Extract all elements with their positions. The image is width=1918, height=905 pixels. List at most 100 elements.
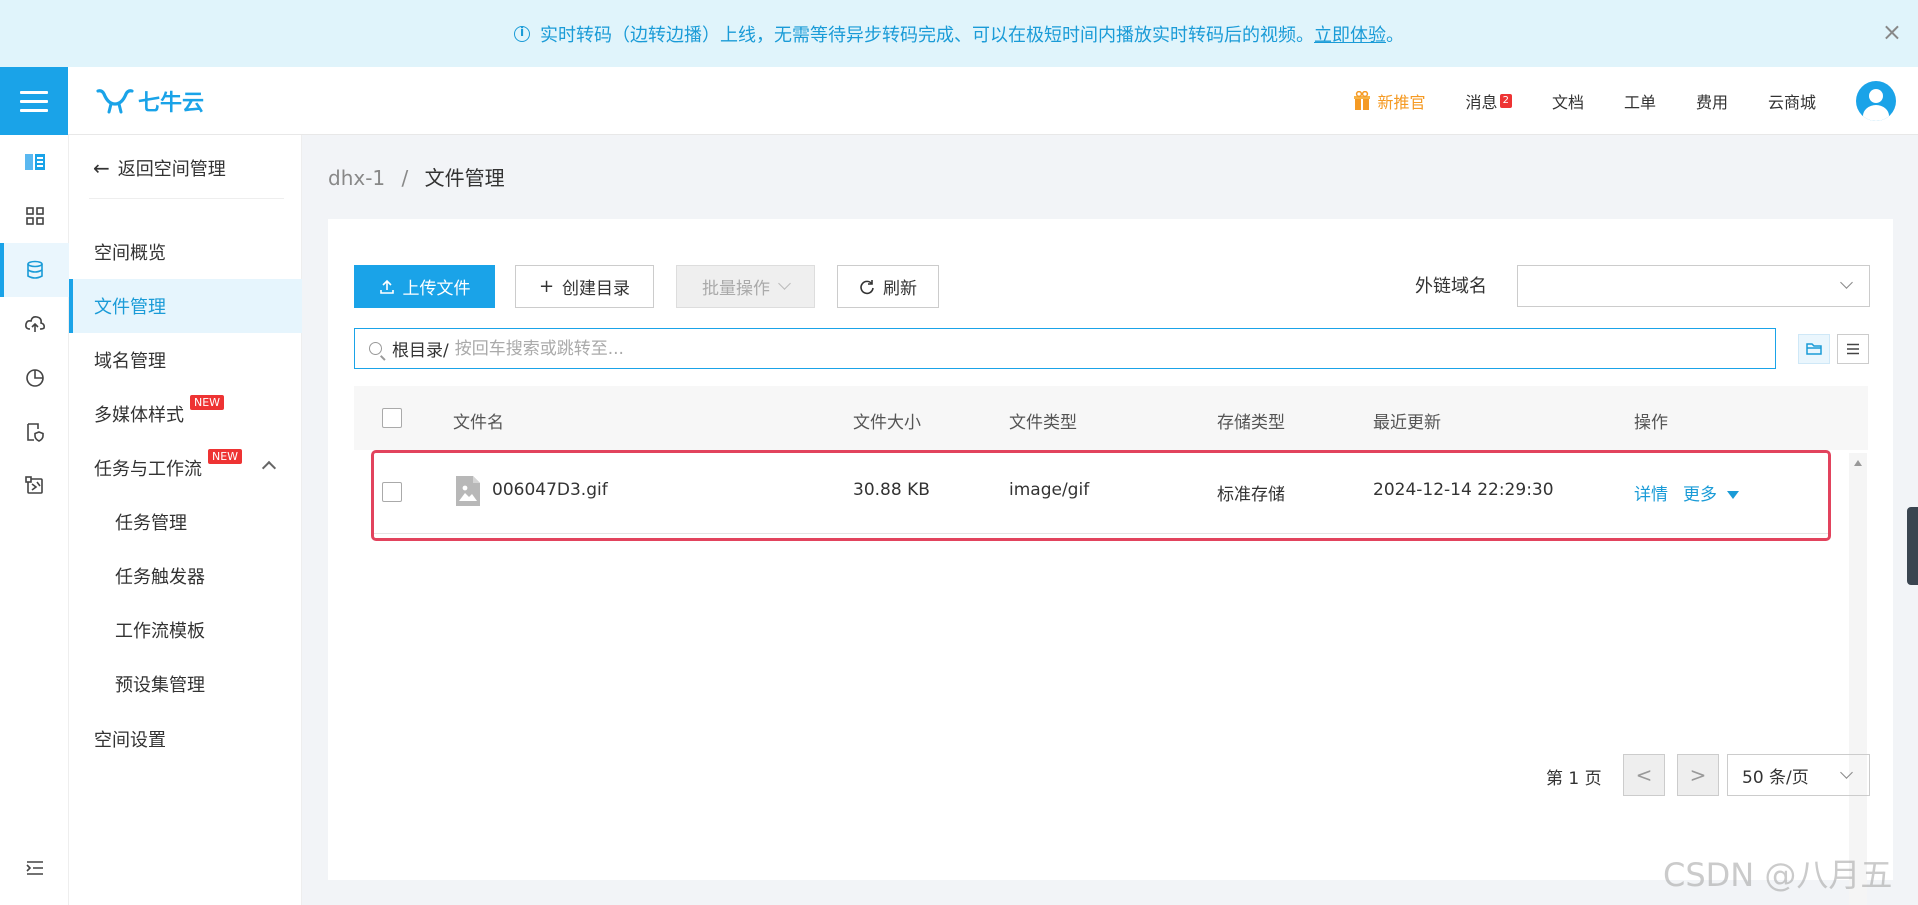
row-checkbox[interactable] bbox=[382, 482, 402, 502]
sidebar-item-task-management[interactable]: 任务管理 bbox=[69, 495, 302, 549]
rail-item-analytics[interactable] bbox=[0, 351, 69, 405]
logo-mark-icon bbox=[96, 89, 134, 114]
cloud-upload-icon bbox=[24, 316, 45, 332]
icon-rail bbox=[0, 135, 69, 905]
chevron-down-icon bbox=[1840, 766, 1853, 779]
sidebar-item-label: 空间概览 bbox=[94, 243, 166, 264]
prev-page-button[interactable]: < bbox=[1623, 754, 1665, 796]
refresh-button[interactable]: 刷新 bbox=[837, 265, 939, 308]
column-header-size[interactable]: 文件大小 bbox=[853, 408, 921, 433]
more-label: 更多 bbox=[1683, 485, 1717, 505]
chevron-up-icon bbox=[261, 460, 277, 476]
sidebar-item-file-management[interactable]: 文件管理 bbox=[69, 279, 302, 333]
upload-label: 上传文件 bbox=[402, 279, 471, 299]
ext-domain-select[interactable] bbox=[1517, 265, 1870, 307]
column-header-actions: 操作 bbox=[1634, 413, 1668, 433]
detail-link[interactable]: 详情 bbox=[1634, 480, 1668, 505]
path-search-bar[interactable]: 根目录/ bbox=[354, 328, 1776, 369]
rail-item-storage[interactable] bbox=[0, 135, 69, 189]
chevron-down-icon bbox=[1840, 276, 1853, 289]
collapse-sidebar-icon[interactable] bbox=[26, 860, 44, 876]
nav-messages[interactable]: 消息 2 bbox=[1466, 89, 1512, 113]
updated-time: 2024-12-14 22:29:30 bbox=[1373, 480, 1554, 500]
list-view-button[interactable] bbox=[1837, 334, 1869, 364]
rail-item-media[interactable] bbox=[0, 459, 69, 513]
qiniu-logo[interactable]: 七牛云 bbox=[96, 85, 204, 117]
create-folder-label: 创建目录 bbox=[562, 279, 631, 299]
storage-type: 标准存储 bbox=[1217, 485, 1285, 505]
breadcrumb-bucket[interactable]: dhx-1 bbox=[328, 166, 385, 190]
menu-bar bbox=[20, 90, 48, 94]
sidebar-item-label: 任务触发器 bbox=[115, 567, 205, 588]
back-to-space-button[interactable]: ← 返回空间管理 bbox=[93, 145, 226, 191]
ext-domain-label: 外链域名 bbox=[1415, 276, 1487, 297]
file-name[interactable]: 006047D3.gif bbox=[492, 480, 608, 500]
page-size-select[interactable]: 50 条/页 bbox=[1727, 754, 1870, 796]
next-page-button[interactable]: > bbox=[1677, 754, 1719, 796]
banner-suffix: 。 bbox=[1386, 24, 1404, 46]
batch-label: 批量操作 bbox=[702, 279, 770, 299]
sidebar-item-workflow-template[interactable]: 工作流模板 bbox=[69, 603, 302, 657]
scroll-up-icon[interactable] bbox=[1854, 460, 1862, 466]
sidebar-item-task-workflow[interactable]: 任务与工作流 NEW bbox=[69, 441, 302, 495]
announcement-banner: 实时转码（边转边播）上线，无需等待异步转码完成、可以在极短时间内播放实时转码后的… bbox=[0, 0, 1918, 67]
info-icon bbox=[514, 25, 530, 42]
table-row: 006047D3.gif 30.88 KB image/gif 标准存储 202… bbox=[373, 450, 1829, 534]
pie-chart-icon bbox=[25, 369, 44, 387]
nav-market[interactable]: 云商城 bbox=[1768, 89, 1816, 113]
nav-docs[interactable]: 文档 bbox=[1552, 89, 1584, 113]
sidebar-item-label: 工作流模板 bbox=[115, 621, 205, 642]
nav-messages-label: 消息 bbox=[1465, 93, 1498, 112]
grid-icon bbox=[25, 207, 44, 225]
select-all-checkbox[interactable] bbox=[382, 408, 402, 428]
list-icon bbox=[1847, 343, 1859, 355]
nav-gift[interactable]: 新推官 bbox=[1353, 89, 1426, 113]
media-process-icon bbox=[24, 476, 43, 494]
messages-badge: 2 bbox=[1499, 94, 1512, 108]
rail-item-dashboard[interactable] bbox=[0, 189, 69, 243]
nav-billing[interactable]: 费用 bbox=[1696, 89, 1728, 113]
sidebar-item-label: 多媒体样式 bbox=[94, 405, 184, 426]
column-header-type[interactable]: 文件类型 bbox=[1009, 408, 1077, 433]
folder-icon bbox=[1806, 343, 1822, 355]
batch-operation-button[interactable]: 批量操作 bbox=[676, 265, 815, 308]
nav-tickets[interactable]: 工单 bbox=[1624, 89, 1656, 113]
banner-close-icon[interactable]: × bbox=[1882, 20, 1902, 44]
caret-down-icon bbox=[1727, 491, 1739, 499]
sidebar-item-media-style[interactable]: 多媒体样式 NEW bbox=[69, 387, 302, 441]
user-avatar[interactable] bbox=[1856, 81, 1896, 121]
create-folder-button[interactable]: + 创建目录 bbox=[515, 265, 654, 308]
sidebar-item-label: 域名管理 bbox=[94, 351, 166, 372]
more-actions-link[interactable]: 更多 bbox=[1683, 480, 1739, 505]
menu-bar bbox=[20, 99, 48, 103]
shield-doc-icon bbox=[26, 423, 44, 442]
refresh-label: 刷新 bbox=[883, 279, 917, 299]
column-header-name[interactable]: 文件名 bbox=[453, 408, 504, 433]
top-header: 七牛云 新推官 消息 2 文档 工单 费用 云商城 bbox=[0, 67, 1918, 135]
watermark: CSDN @八月五 bbox=[1663, 856, 1893, 894]
upload-button[interactable]: 上传文件 bbox=[354, 265, 495, 308]
file-manager-card: 上传文件 + 创建目录 批量操作 刷新 外链域名 根目录/ 文件名 文 bbox=[328, 219, 1893, 905]
sidebar-item-preset[interactable]: 预设集管理 bbox=[69, 657, 302, 711]
chevron-down-icon bbox=[778, 277, 791, 290]
column-header-updated[interactable]: 最近更新 bbox=[1373, 408, 1441, 433]
banner-link[interactable]: 立即体验 bbox=[1314, 21, 1386, 47]
folder-view-button[interactable] bbox=[1798, 334, 1830, 364]
hamburger-menu-button[interactable] bbox=[0, 67, 68, 135]
rail-item-security[interactable] bbox=[0, 405, 69, 459]
nav-gift-label: 新推官 bbox=[1377, 93, 1426, 112]
breadcrumb-current: 文件管理 bbox=[424, 166, 505, 190]
rail-item-database[interactable] bbox=[0, 243, 69, 297]
sidebar-item-overview[interactable]: 空间概览 bbox=[69, 225, 302, 279]
banner-text: 实时转码（边转边播）上线，无需等待异步转码完成、可以在极短时间内播放实时转码后的… bbox=[540, 24, 1314, 46]
refresh-icon bbox=[860, 279, 874, 294]
column-header-storage[interactable]: 存储类型 bbox=[1217, 408, 1285, 433]
sidebar-item-task-trigger[interactable]: 任务触发器 bbox=[69, 549, 302, 603]
rail-item-cdn[interactable] bbox=[0, 297, 69, 351]
sidebar-item-space-settings[interactable]: 空间设置 bbox=[69, 712, 302, 766]
search-input[interactable] bbox=[454, 338, 1775, 359]
side-floating-tab[interactable] bbox=[1907, 507, 1918, 585]
sidebar-item-domain[interactable]: 域名管理 bbox=[69, 333, 302, 387]
path-prefix: 根目录/ bbox=[392, 341, 449, 361]
table-scrollbar[interactable] bbox=[1849, 453, 1867, 905]
